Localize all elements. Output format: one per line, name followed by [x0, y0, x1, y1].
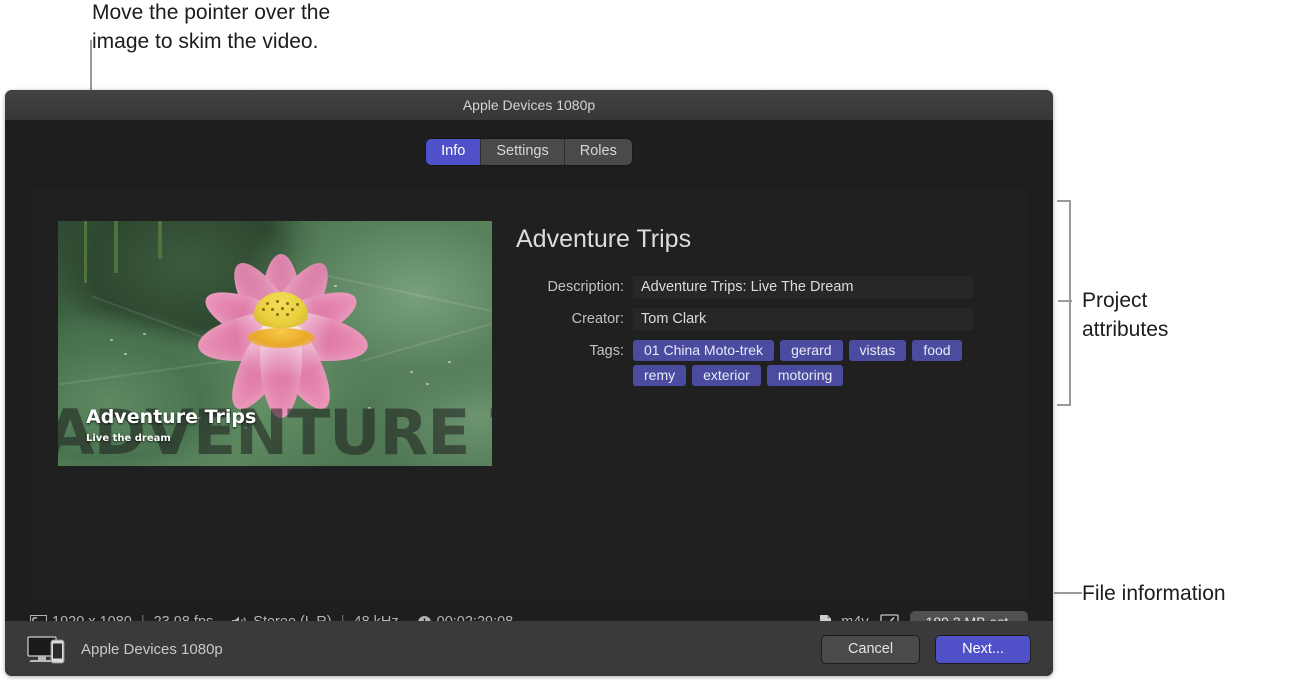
info-content-panel: ADVENTURE TRIPS Adventure Trips Live the… — [30, 189, 1028, 601]
project-title: Adventure Trips — [516, 225, 692, 253]
window-body: Info Settings Roles ADVENTURE Adventure … — [5, 121, 1053, 676]
pod-dot — [281, 307, 284, 310]
water-droplet — [410, 371, 413, 373]
description-field[interactable]: Adventure Trips: Live The Dream — [633, 276, 973, 298]
tab-bar: Info Settings Roles — [5, 121, 1053, 165]
export-dialog-window: Apple Devices 1080p Info Settings Roles — [5, 90, 1053, 676]
segmented-control: Info Settings Roles — [426, 139, 632, 165]
tag-chip[interactable]: exterior — [692, 365, 761, 386]
description-label: Description: — [547, 279, 624, 295]
thumbnail-overlay-subtitle: Live the dream — [86, 433, 171, 444]
thumbnail-overlay-title: Adventure Trips — [86, 406, 257, 428]
skim-hint-callout: Move the pointer over the image to skim … — [92, 1, 331, 53]
description-row: Description: Adventure Trips: Live The D… — [516, 276, 1028, 298]
creator-row: Creator: Tom Clark — [516, 308, 1028, 330]
tag-chip[interactable]: remy — [633, 365, 687, 386]
water-droplet — [124, 353, 127, 355]
water-droplet — [110, 339, 113, 341]
next-button[interactable]: Next... — [935, 634, 1031, 664]
tags-row: Tags: 01 China Moto-trek gerard vistas f… — [516, 340, 1028, 386]
tag-chip[interactable]: gerard — [780, 340, 843, 361]
lotus-stem-icon — [84, 221, 87, 283]
tab-settings[interactable]: Settings — [481, 139, 565, 165]
pod-dot — [271, 308, 274, 311]
pod-dot — [276, 300, 279, 303]
project-attributes-bracket-tick — [1058, 300, 1072, 302]
lotus-stem-icon — [114, 221, 118, 273]
file-information-leader-line — [1054, 592, 1082, 594]
device-name-label: Apple Devices 1080p — [81, 640, 223, 658]
tags-field[interactable]: 01 China Moto-trek gerard vistas food re… — [633, 340, 981, 386]
tab-info[interactable]: Info — [426, 139, 482, 165]
lotus-stamen — [247, 328, 315, 348]
project-attributes-callout: Project attributes — [1082, 289, 1169, 341]
footer-button-group: Cancel Next... — [820, 634, 1031, 664]
pod-dot — [286, 302, 289, 305]
file-information-callout: File information — [1082, 582, 1226, 605]
device-monitor-icon — [27, 634, 67, 664]
pod-dot — [291, 308, 294, 311]
water-droplet — [426, 383, 429, 385]
creator-field[interactable]: Tom Clark — [633, 308, 973, 330]
window-title: Apple Devices 1080p — [462, 97, 596, 113]
tag-chip[interactable]: motoring — [766, 365, 844, 386]
pod-dot — [262, 308, 265, 311]
project-attributes-bracket — [1057, 200, 1071, 406]
project-attributes-section: Adventure Trips Description: Adventure T… — [516, 221, 1028, 466]
pod-dot — [266, 302, 269, 305]
water-droplet — [448, 361, 451, 363]
dialog-footer: Apple Devices 1080p Cancel Next... — [5, 621, 1053, 676]
lotus-stem-icon — [158, 221, 162, 259]
water-droplet — [143, 333, 146, 335]
pod-dot — [276, 313, 279, 316]
pod-dot — [286, 313, 289, 316]
tag-chip[interactable]: food — [912, 340, 962, 361]
tab-roles[interactable]: Roles — [564, 139, 632, 165]
window-titlebar: Apple Devices 1080p — [5, 90, 1053, 121]
tag-chip[interactable]: vistas — [848, 340, 907, 361]
pod-dot — [296, 303, 299, 306]
video-thumbnail-skimmer[interactable]: ADVENTURE TRIPS Adventure Trips Live the… — [58, 221, 492, 466]
cancel-button[interactable]: Cancel — [820, 634, 921, 664]
tag-chip[interactable]: 01 China Moto-trek — [633, 340, 775, 361]
tags-label: Tags: — [589, 343, 624, 359]
creator-label: Creator: — [571, 311, 624, 327]
info-panel-inner: ADVENTURE TRIPS Adventure Trips Live the… — [30, 189, 1028, 466]
